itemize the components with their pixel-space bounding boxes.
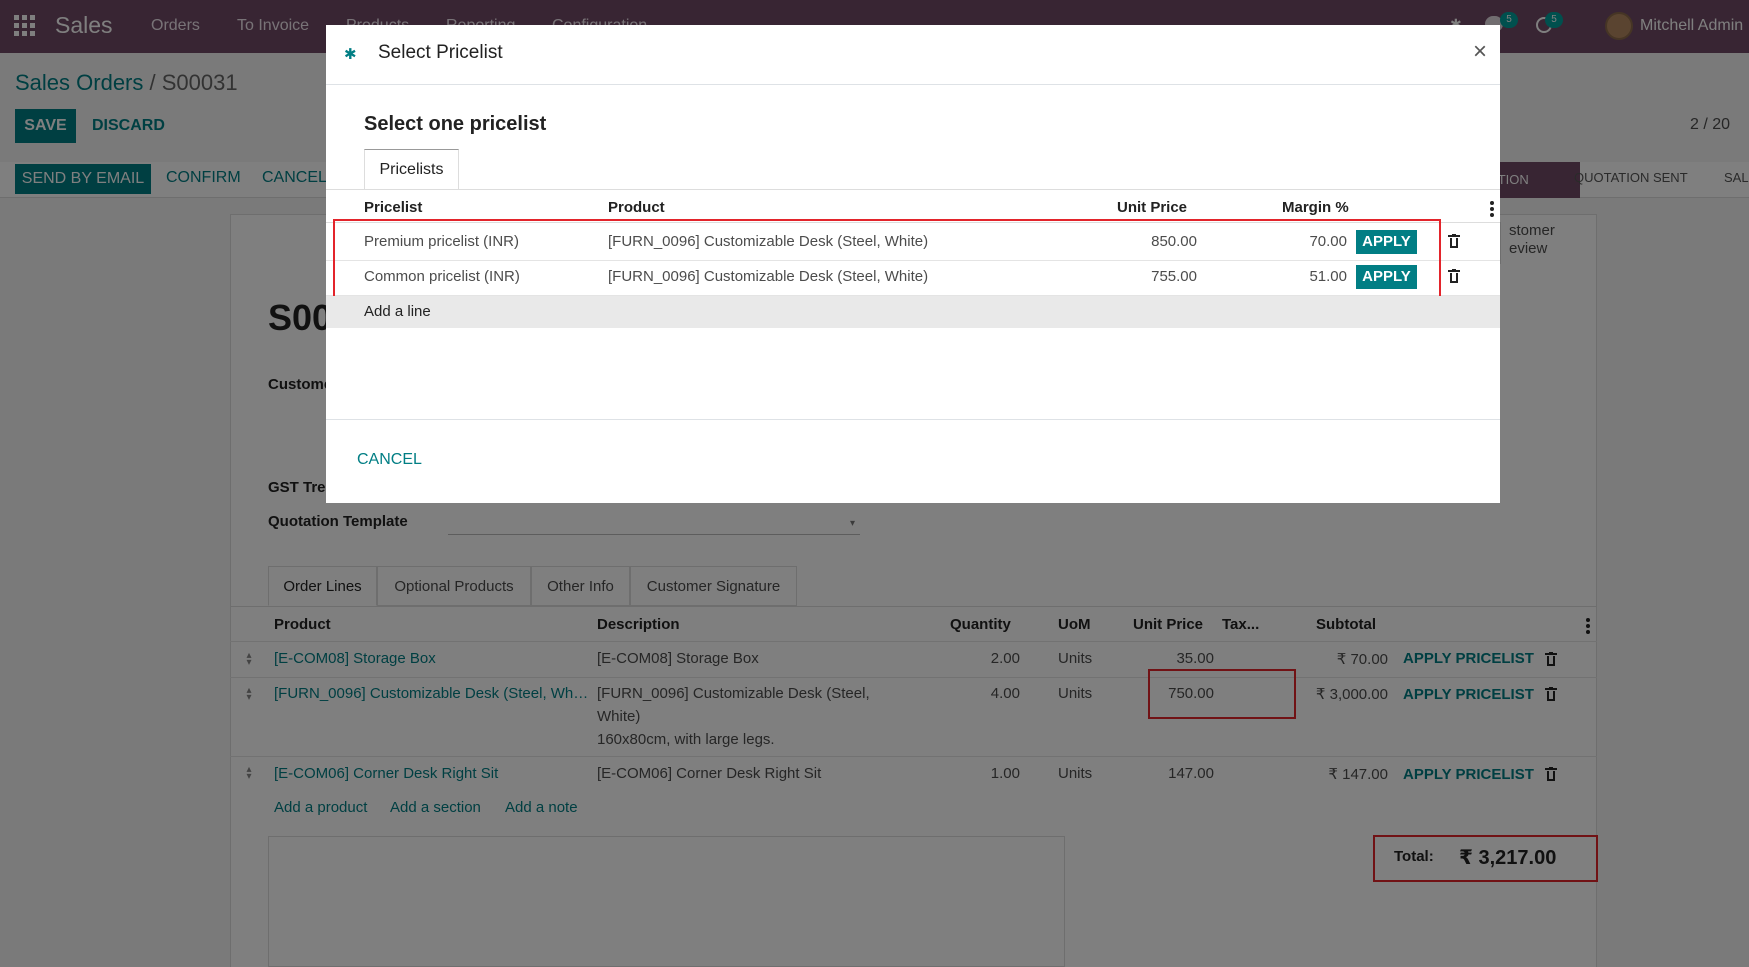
- add-line-link[interactable]: Add a line: [364, 303, 431, 320]
- dialog-subtitle: Select one pricelist: [364, 113, 547, 135]
- dialog-header: ✱ Select Pricelist ×: [326, 25, 1500, 85]
- optional-columns-icon[interactable]: [1490, 201, 1494, 217]
- trash-icon[interactable]: [1448, 269, 1460, 283]
- trash-icon[interactable]: [1448, 234, 1460, 248]
- pricelist-rows-highlight: [333, 219, 1441, 301]
- col-product[interactable]: Product: [608, 199, 665, 216]
- select-pricelist-dialog: ✱ Select Pricelist × Select one pricelis…: [326, 25, 1500, 503]
- tab-pricelists[interactable]: Pricelists: [364, 149, 459, 190]
- cancel-button[interactable]: CANCEL: [357, 451, 422, 469]
- col-margin[interactable]: Margin %: [1282, 199, 1349, 216]
- add-line-row: [326, 296, 1500, 328]
- tab-divider: [326, 189, 1500, 190]
- dialog-title: Select Pricelist: [378, 42, 503, 63]
- col-pricelist[interactable]: Pricelist: [364, 199, 422, 216]
- dialog-footer: CANCEL: [326, 419, 1500, 503]
- col-unit-price[interactable]: Unit Price: [1117, 199, 1187, 216]
- debug-icon: ✱: [344, 46, 357, 63]
- close-icon[interactable]: ×: [1473, 38, 1487, 66]
